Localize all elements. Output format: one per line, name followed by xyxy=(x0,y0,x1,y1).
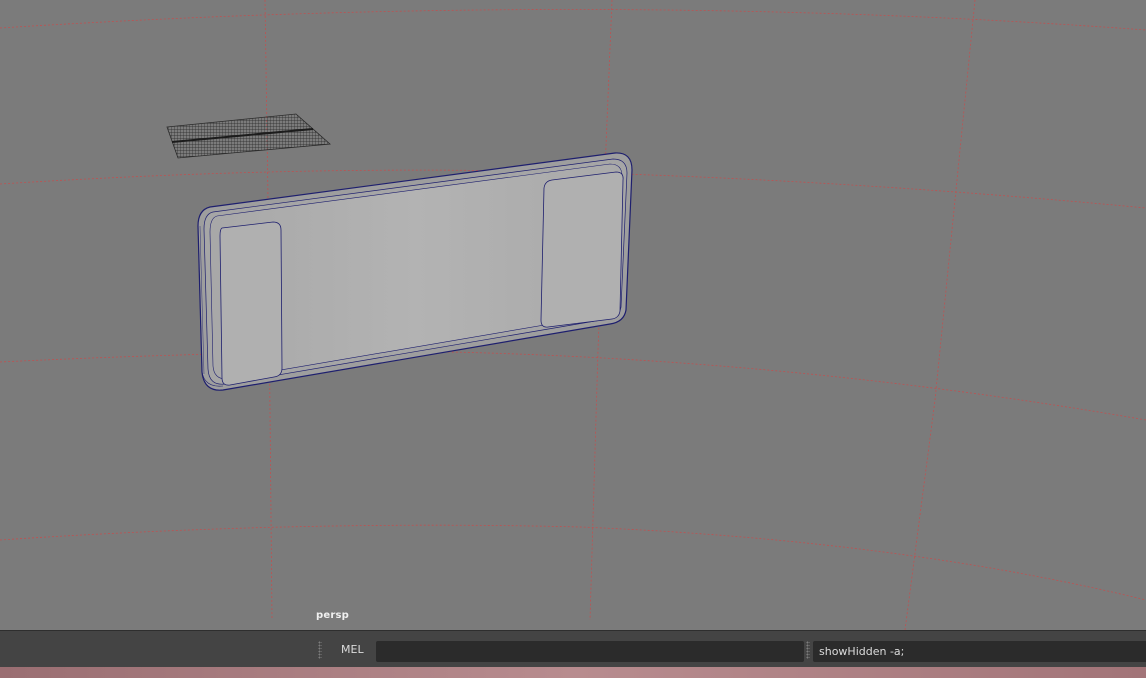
drag-handle-icon[interactable] xyxy=(806,641,810,659)
perspective-viewport[interactable]: persp xyxy=(0,0,1146,630)
command-input[interactable] xyxy=(376,641,804,662)
command-result-field[interactable]: showHidden -a; xyxy=(813,641,1146,662)
command-line-bar: MEL showHidden -a; xyxy=(0,630,1146,667)
script-language-toggle[interactable]: MEL xyxy=(341,643,364,656)
viewport-canvas xyxy=(0,0,1146,630)
bottom-edge-strip xyxy=(0,667,1146,678)
drag-handle-icon[interactable] xyxy=(318,641,322,659)
mesh-plane[interactable] xyxy=(166,113,331,159)
camera-label: persp xyxy=(316,610,349,621)
command-bar-spacer xyxy=(0,631,313,667)
panel-object[interactable] xyxy=(197,152,633,391)
